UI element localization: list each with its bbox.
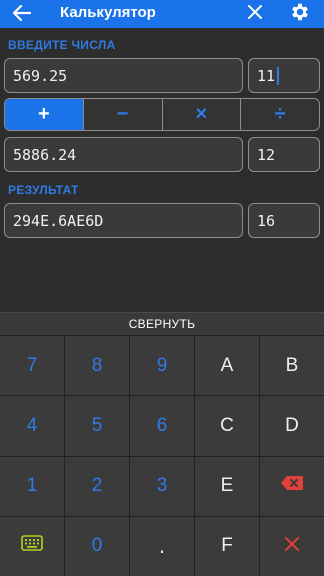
key-a[interactable]: A xyxy=(195,336,259,396)
keyboard-icon xyxy=(21,535,43,557)
key-8[interactable]: 8 xyxy=(65,336,129,396)
key-decimal-point[interactable]: . xyxy=(130,516,194,576)
first-base-value: 11 xyxy=(257,66,276,85)
arrow-back-icon[interactable] xyxy=(8,2,36,24)
second-number-value: 5886.24 xyxy=(13,145,77,164)
op-add-button[interactable]: + xyxy=(5,99,83,130)
second-number-field[interactable]: 5886.24 xyxy=(4,137,243,172)
first-number-value: 569.25 xyxy=(13,66,68,85)
key-c[interactable]: C xyxy=(195,396,259,456)
result-base-field[interactable]: 16 xyxy=(248,203,320,238)
key-4[interactable]: 4 xyxy=(0,396,64,456)
op-multiply-button[interactable]: × xyxy=(161,99,241,130)
result-field[interactable]: 294E.6AE6D xyxy=(4,203,243,238)
collapse-keyboard-button[interactable]: СВЕРНУТЬ xyxy=(0,312,324,336)
first-number-field[interactable]: 569.25 xyxy=(4,58,243,93)
key-7[interactable]: 7 xyxy=(0,336,64,396)
keypad: 7 8 9 A B 4 5 6 C D 1 2 3 E 0 . F xyxy=(0,336,324,576)
gear-icon[interactable] xyxy=(287,0,313,24)
backspace-icon xyxy=(280,475,304,497)
clear-icon xyxy=(285,535,299,557)
key-e[interactable]: E xyxy=(195,456,259,516)
op-divide-button[interactable]: ÷ xyxy=(240,99,319,130)
key-2[interactable]: 2 xyxy=(65,456,129,516)
key-9[interactable]: 9 xyxy=(130,336,194,396)
page-title: Калькулятор xyxy=(60,4,156,21)
key-1[interactable]: 1 xyxy=(0,456,64,516)
operation-selector: + − × ÷ xyxy=(4,98,320,131)
key-d[interactable]: D xyxy=(260,396,324,456)
key-f[interactable]: F xyxy=(195,516,259,576)
close-icon[interactable] xyxy=(242,0,268,24)
text-caret xyxy=(277,66,279,85)
key-6[interactable]: 6 xyxy=(130,396,194,456)
app-bar: Калькулятор xyxy=(0,0,324,28)
clear-key[interactable] xyxy=(260,516,324,576)
backspace-key[interactable] xyxy=(260,456,324,516)
input-section-label: ВВЕДИТЕ ЧИСЛА xyxy=(8,38,116,52)
key-b[interactable]: B xyxy=(260,336,324,396)
key-5[interactable]: 5 xyxy=(65,396,129,456)
result-section-label: РЕЗУЛЬТАТ xyxy=(8,183,79,197)
result-base-value: 16 xyxy=(257,211,276,230)
first-base-field[interactable]: 11 xyxy=(248,58,320,93)
key-3[interactable]: 3 xyxy=(130,456,194,516)
second-base-value: 12 xyxy=(257,145,276,164)
op-subtract-button[interactable]: − xyxy=(82,99,162,130)
second-base-field[interactable]: 12 xyxy=(248,137,320,172)
result-value: 294E.6AE6D xyxy=(13,211,104,230)
keyboard-switch-key[interactable] xyxy=(0,516,64,576)
key-0[interactable]: 0 xyxy=(65,516,129,576)
